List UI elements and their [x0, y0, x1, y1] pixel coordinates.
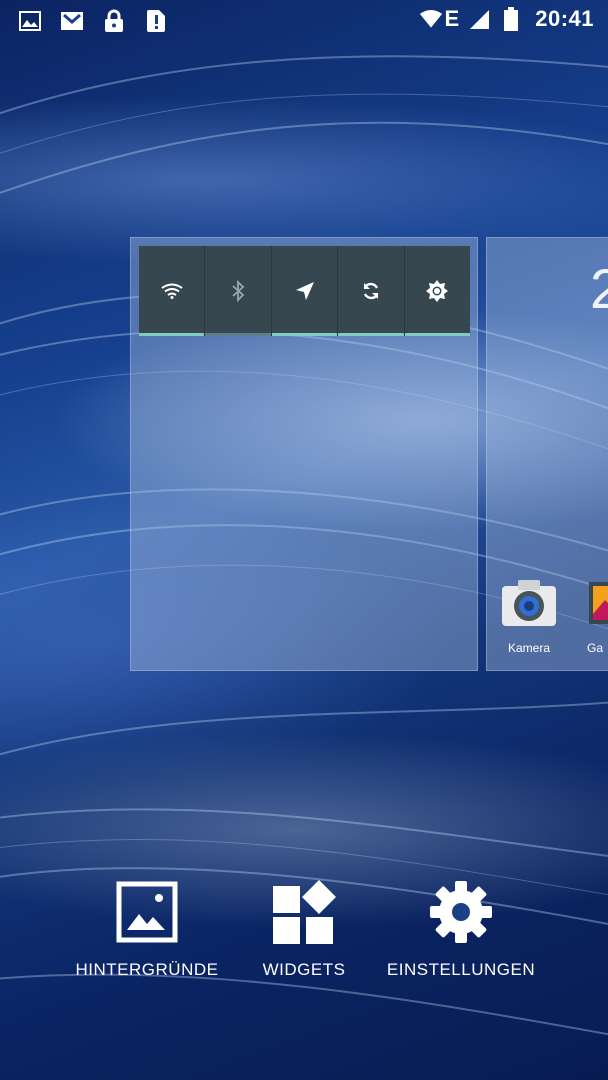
notification-icons [18, 8, 168, 34]
image-notification-icon [18, 8, 42, 34]
network-type: E [444, 6, 460, 31]
app-shortcut-kamera[interactable]: Kamera [499, 578, 559, 655]
gmail-icon [60, 8, 84, 34]
settings-label: EINSTELLUNGEN [386, 960, 536, 979]
system-icons: E 20:41 [419, 6, 594, 32]
wallpaper-icon [116, 881, 178, 943]
power-control-widget [139, 246, 471, 336]
app-shortcut-gallery[interactable]: Ga [587, 578, 608, 655]
location-state-indicator [271, 333, 338, 336]
sync-toggle[interactable] [338, 246, 405, 336]
homescreen-next-page-preview[interactable]: 2 Kamera Ga [486, 237, 608, 671]
wallpapers-button[interactable]: HINTERGRÜNDE [72, 880, 222, 980]
widgets-button[interactable]: WIDGETS [244, 880, 364, 980]
wifi-icon [419, 6, 443, 32]
wifi-state-indicator [139, 333, 205, 336]
homescreen-page-preview[interactable] [130, 237, 478, 671]
lock-icon [102, 8, 126, 34]
app-label-kamera: Kamera [507, 641, 551, 655]
widgets-icon [273, 880, 336, 944]
wifi-icon [161, 283, 183, 299]
bluetooth-toggle[interactable] [205, 246, 272, 336]
bluetooth-icon [232, 280, 245, 302]
settings-button[interactable]: EINSTELLUNGEN [386, 880, 536, 980]
signal-icon [467, 6, 491, 32]
brightness-state-indicator [404, 333, 471, 336]
clock-widget-fragment: 2 [590, 257, 608, 320]
wallpapers-label: HINTERGRÜNDE [75, 960, 219, 979]
camera-icon [502, 580, 556, 626]
alert-icon [144, 8, 168, 34]
wifi-toggle[interactable] [139, 246, 206, 336]
brightness-toggle[interactable] [404, 246, 471, 336]
sync-icon [363, 282, 379, 300]
gear-icon [430, 881, 492, 943]
overview-options: HINTERGRÜNDE WIDGETS EINSTELLUNGEN [0, 880, 608, 990]
app-label-gallery: Ga [587, 641, 604, 655]
brightness-icon [426, 280, 449, 302]
bluetooth-state-indicator [205, 333, 271, 336]
widgets-label: WIDGETS [262, 960, 346, 979]
clock: 20:41 [535, 6, 594, 31]
battery-icon [499, 6, 523, 32]
gallery-icon [589, 582, 608, 624]
location-icon [295, 282, 314, 300]
status-bar: E 20:41 [0, 0, 608, 44]
sync-state-indicator [338, 333, 404, 336]
location-toggle[interactable] [271, 246, 339, 336]
